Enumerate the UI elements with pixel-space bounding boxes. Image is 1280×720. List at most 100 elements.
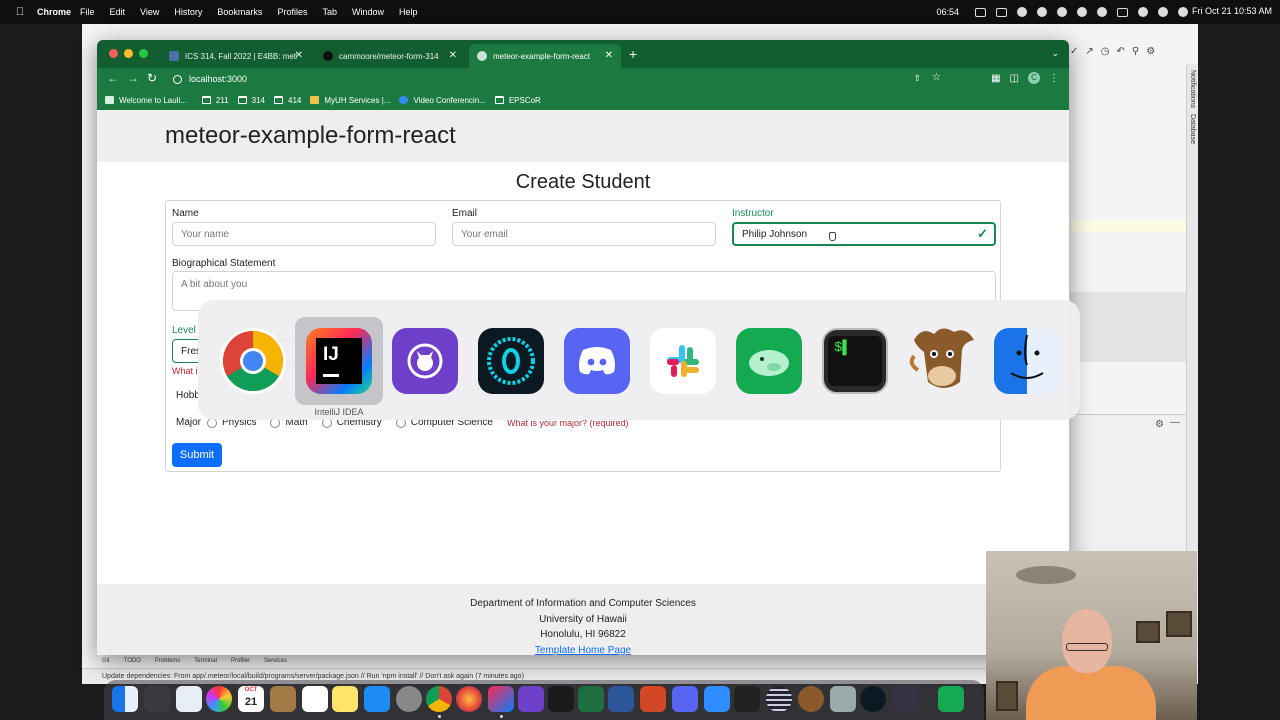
check-icon[interactable]: ✓ (1070, 46, 1078, 57)
screen-icon[interactable] (975, 7, 986, 17)
bookmark-item[interactable]: MyUH Services |... (310, 96, 390, 105)
menu-profiles[interactable]: Profiles (277, 7, 307, 17)
menu-history[interactable]: History (174, 7, 202, 17)
panel-minimize-icon[interactable]: — (1170, 417, 1180, 428)
undo-icon[interactable]: ↶ (1117, 46, 1125, 57)
screen-record-icon[interactable] (1097, 7, 1107, 17)
extensions-icon[interactable]: ▦ (991, 73, 1000, 84)
tool-tab-git[interactable]: Git (102, 658, 110, 668)
dock-system-preferences-icon[interactable] (396, 686, 422, 712)
dock-finder-icon[interactable] (112, 686, 138, 712)
database-tab[interactable]: Database (1189, 114, 1196, 144)
name-input[interactable]: Your name (172, 222, 436, 246)
app-brand[interactable]: meteor-example-form-react (165, 122, 456, 150)
dock-word-icon[interactable] (608, 686, 634, 712)
slack-icon[interactable] (650, 328, 716, 394)
opera-icon[interactable] (478, 328, 544, 394)
bookmark-item[interactable]: Video Conferencin... (399, 96, 486, 105)
browser-tab-ics314[interactable]: ICS 314, Fall 2022 | E4BB: meth ✕ (161, 44, 311, 68)
dock-gimp-icon[interactable] (798, 686, 824, 712)
share-icon[interactable]: ⇧ (913, 73, 921, 84)
tab-close-icon[interactable]: ✕ (449, 50, 457, 61)
side-panel-icon[interactable]: ◫ (1010, 73, 1019, 84)
dock-unknown-app-icon[interactable] (766, 686, 792, 712)
dock-opera-icon[interactable] (860, 686, 886, 712)
dock-maps-icon[interactable] (176, 686, 202, 712)
dock-github-desktop-icon[interactable] (518, 686, 544, 712)
tab-close-icon[interactable]: ✕ (605, 50, 613, 61)
gimp-icon[interactable] (904, 320, 980, 396)
dock-reminders-icon[interactable] (302, 686, 328, 712)
dropbox-icon[interactable] (996, 7, 1007, 17)
menu-app-name[interactable]: Chrome (37, 7, 71, 17)
search-icon[interactable]: ⚲ (1132, 46, 1139, 57)
minimize-window-icon[interactable] (124, 49, 133, 58)
arrow-up-right-icon[interactable]: ↗ (1085, 46, 1093, 57)
panel-gear-icon[interactable]: ⚙ (1155, 419, 1164, 430)
spotlight-icon[interactable] (1158, 7, 1168, 17)
dock-app-store-icon[interactable] (364, 686, 390, 712)
menu-file[interactable]: File (80, 7, 95, 17)
submit-button[interactable]: Submit (172, 443, 222, 467)
apple-icon[interactable]:  (10, 6, 30, 18)
menu-edit[interactable]: Edit (110, 7, 126, 17)
tool-tab-services[interactable]: Services (264, 658, 287, 668)
finder-icon[interactable] (994, 328, 1060, 394)
terminal-icon[interactable]: $▌ (822, 328, 888, 394)
tab-close-icon[interactable]: ✕ (295, 50, 303, 61)
gear-icon[interactable]: ⚙ (1146, 46, 1155, 57)
chrome-menu-icon[interactable]: ⋮ (1049, 73, 1059, 84)
menubar-clock[interactable]: Fri Oct 21 10:53 AM (1192, 6, 1272, 16)
bookmark-star-icon[interactable]: ☆ (932, 72, 941, 83)
dock-chrome-icon[interactable] (426, 686, 452, 712)
dock-intellij-icon[interactable] (488, 686, 514, 712)
new-tab-icon[interactable]: + (629, 46, 637, 62)
notifications-tab[interactable]: Notifications (1189, 70, 1196, 108)
profile-avatar[interactable]: C (1028, 72, 1040, 84)
forward-icon[interactable]: → (127, 71, 139, 85)
dock-firefox-icon[interactable] (456, 686, 482, 712)
menu-help[interactable]: Help (399, 7, 418, 17)
clock-app-icon[interactable] (1037, 7, 1047, 17)
email-input[interactable]: Your email (452, 222, 716, 246)
bookmark-folder[interactable]: 211 (201, 96, 229, 105)
focus-icon[interactable] (1057, 7, 1067, 17)
menu-view[interactable]: View (140, 7, 159, 17)
dock-calendar-icon[interactable]: OCT 21 (238, 686, 264, 712)
menu-tab[interactable]: Tab (322, 7, 337, 17)
tool-tab-profiler[interactable]: Profiler (231, 658, 250, 668)
dock-stickies-icon[interactable] (332, 686, 358, 712)
mongodb-compass-icon[interactable] (736, 328, 802, 394)
tab-search-icon[interactable]: ⌄ (1051, 48, 1059, 59)
dock-excel-icon[interactable] (578, 686, 604, 712)
tool-tab-problems[interactable]: Problems (155, 658, 180, 668)
dock-photos-icon[interactable] (206, 686, 232, 712)
dock-terminal-icon[interactable] (548, 686, 574, 712)
tool-tab-terminal[interactable]: Terminal (194, 658, 217, 668)
github-desktop-icon[interactable] (392, 328, 458, 394)
reload-icon[interactable]: ↻ (147, 71, 157, 85)
bookmark-folder[interactable]: EPSCoR (494, 96, 541, 105)
chrome-icon[interactable] (220, 328, 286, 394)
menu-bookmarks[interactable]: Bookmarks (217, 7, 262, 17)
control-center-icon[interactable] (1178, 7, 1188, 17)
menu-window[interactable]: Window (352, 7, 384, 17)
mail-icon[interactable] (1077, 7, 1087, 17)
wifi-icon[interactable] (1138, 7, 1148, 17)
bookmark-folder[interactable]: 414 (274, 96, 301, 105)
close-window-icon[interactable] (109, 49, 118, 58)
zoom-window-icon[interactable] (139, 49, 148, 58)
browser-tab-github[interactable]: cammoore/meteor-form-314 ✕ (315, 44, 465, 68)
dock-terminal-alt-icon[interactable] (734, 686, 760, 712)
dock-zoom-icon[interactable] (704, 686, 730, 712)
dock-powerpoint-icon[interactable] (640, 686, 666, 712)
dock-screenshot-icon[interactable] (830, 686, 856, 712)
bookmark-folder[interactable]: 314 (237, 96, 265, 105)
site-info-icon[interactable] (173, 74, 182, 84)
tool-tab-todo[interactable]: TODO (124, 658, 141, 668)
url-text[interactable]: localhost:3000 (189, 74, 247, 84)
instructor-input[interactable]: Philip Johnson ✓ (732, 222, 996, 246)
dock-mongodb-icon[interactable] (938, 686, 964, 712)
history-icon[interactable]: ◷ (1101, 46, 1110, 57)
template-home-link[interactable]: Template Home Page (535, 645, 631, 656)
